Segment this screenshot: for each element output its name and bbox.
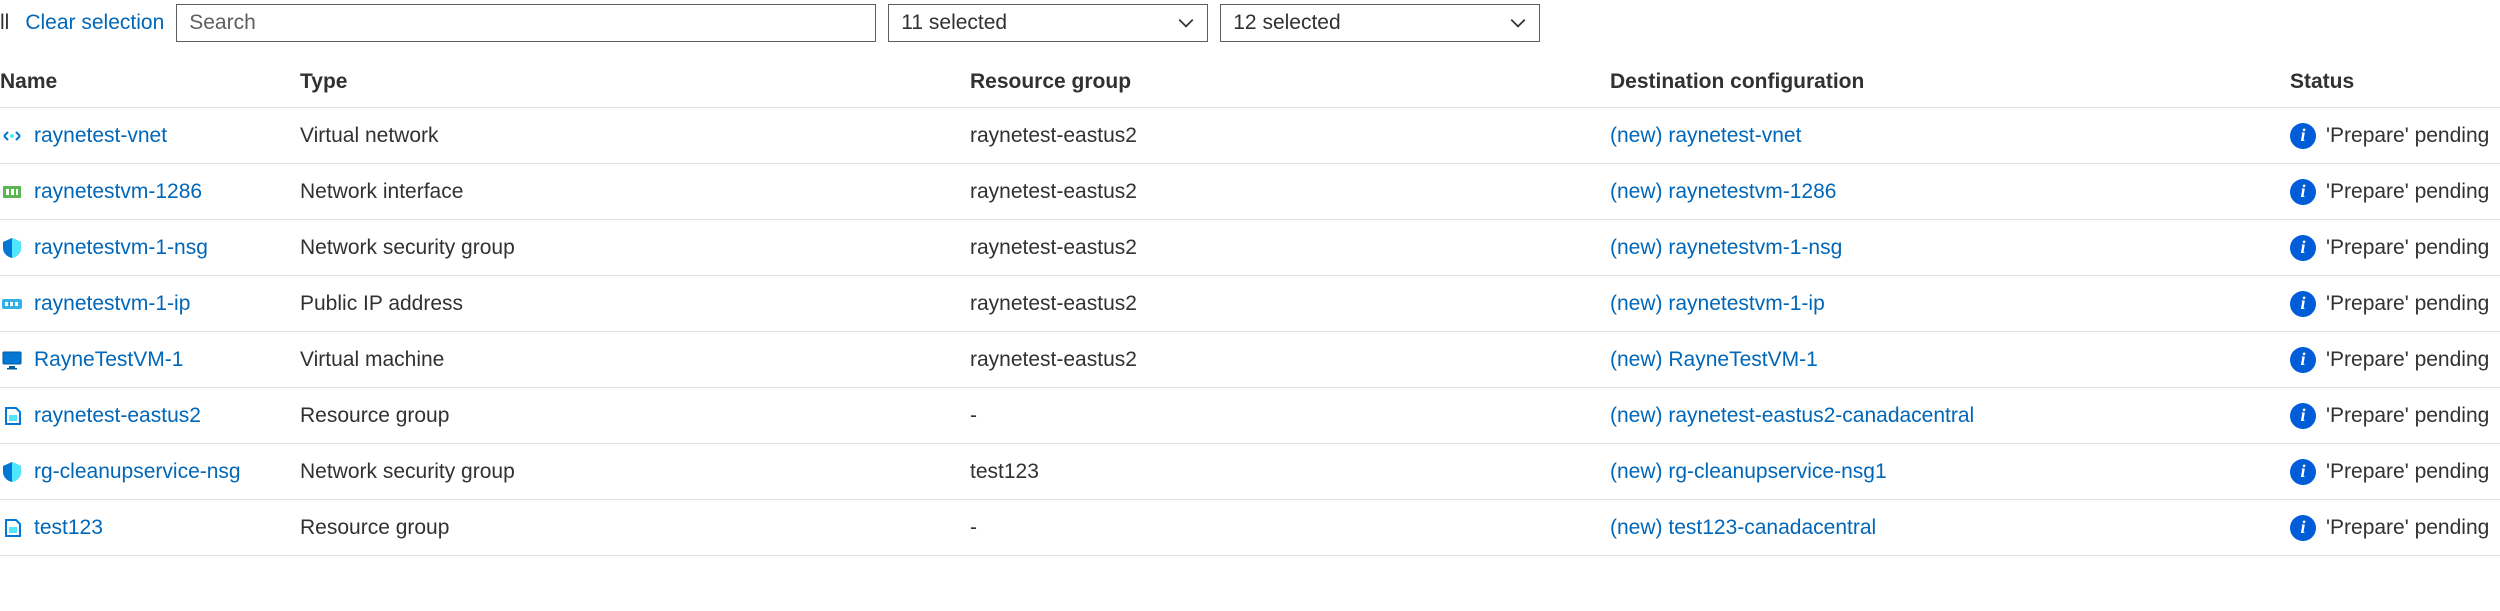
info-icon: i <box>2290 459 2316 485</box>
vnet-icon <box>0 124 24 148</box>
info-icon: i <box>2290 403 2316 429</box>
resource-name-link[interactable]: raynetest-eastus2 <box>34 404 201 428</box>
table-row[interactable]: RayneTestVM-1 Virtual machineraynetest-ea… <box>0 332 2500 388</box>
resource-type: Resource group <box>300 516 970 540</box>
resources-table: Name Type Resource group Destination con… <box>0 56 2500 556</box>
resource-type: Network security group <box>300 460 970 484</box>
table-row[interactable]: raynetest-eastus2 Resource group-(new) ra… <box>0 388 2500 444</box>
table-header-row: Name Type Resource group Destination con… <box>0 56 2500 108</box>
dest-new-prefix: (new) <box>1610 292 1663 315</box>
info-icon: i <box>2290 235 2316 261</box>
table-row[interactable]: raynetestvm-1-nsgNetwork security groupr… <box>0 220 2500 276</box>
pip-icon <box>0 292 24 316</box>
chevron-down-icon <box>1177 14 1195 32</box>
info-icon: i <box>2290 291 2316 317</box>
nsg-icon <box>0 236 24 260</box>
dest-new-prefix: (new) <box>1610 460 1663 483</box>
resource-group: - <box>970 404 1610 428</box>
table-row[interactable]: raynetestvm-1-ipPublic IP addressraynete… <box>0 276 2500 332</box>
resource-name-link[interactable]: raynetestvm-1-nsg <box>34 236 208 260</box>
resource-group: - <box>970 516 1610 540</box>
destination-link[interactable]: raynetestvm-1-nsg <box>1668 236 1842 259</box>
dest-new-prefix: (new) <box>1610 348 1663 371</box>
filter-dropdown-1[interactable]: 11 selected <box>888 4 1208 42</box>
dest-new-prefix: (new) <box>1610 124 1663 147</box>
table-row[interactable]: rg-cleanupservice-nsg Network security gr… <box>0 444 2500 500</box>
info-icon: i <box>2290 179 2316 205</box>
dest-new-prefix: (new) <box>1610 236 1663 259</box>
destination-link[interactable]: rg-cleanupservice-nsg1 <box>1668 460 1886 483</box>
column-header-name[interactable]: Name <box>0 70 300 94</box>
resource-name-link[interactable]: test123 <box>34 516 103 540</box>
status-text: 'Prepare' pending <box>2326 460 2489 484</box>
destination-link[interactable]: RayneTestVM-1 <box>1668 348 1817 371</box>
nsg-icon <box>0 460 24 484</box>
status-text: 'Prepare' pending <box>2326 180 2489 204</box>
column-header-status[interactable]: Status <box>2290 70 2500 94</box>
table-row[interactable]: raynetest-vnet Virtual networkraynetest-e… <box>0 108 2500 164</box>
resource-name-link[interactable]: rg-cleanupservice-nsg <box>34 460 241 484</box>
status-text: 'Prepare' pending <box>2326 124 2489 148</box>
status-text: 'Prepare' pending <box>2326 516 2489 540</box>
destination-link[interactable]: raynetestvm-1-ip <box>1668 292 1824 315</box>
resource-type: Resource group <box>300 404 970 428</box>
destination-link[interactable]: raynetestvm-1286 <box>1668 180 1836 203</box>
destination-link[interactable]: test123-canadacentral <box>1668 516 1876 539</box>
status-text: 'Prepare' pending <box>2326 348 2489 372</box>
column-header-rg[interactable]: Resource group <box>970 70 1610 94</box>
destination-link[interactable]: raynetest-vnet <box>1668 124 1801 147</box>
resource-group: raynetest-eastus2 <box>970 180 1610 204</box>
resource-group: raynetest-eastus2 <box>970 348 1610 372</box>
resource-type: Public IP address <box>300 292 970 316</box>
dest-new-prefix: (new) <box>1610 516 1663 539</box>
status-text: 'Prepare' pending <box>2326 292 2489 316</box>
resource-type: Network interface <box>300 180 970 204</box>
resource-group: test123 <box>970 460 1610 484</box>
resource-group: raynetest-eastus2 <box>970 124 1610 148</box>
nic-icon <box>0 180 24 204</box>
filter-dropdown-1-label: 11 selected <box>901 11 1007 35</box>
column-header-type[interactable]: Type <box>300 70 970 94</box>
resource-name-link[interactable]: RayneTestVM-1 <box>34 348 183 372</box>
info-icon: i <box>2290 123 2316 149</box>
resource-type: Network security group <box>300 236 970 260</box>
chevron-down-icon <box>1509 14 1527 32</box>
select-all-partial[interactable]: ll <box>0 11 13 35</box>
toolbar: ll Clear selection 11 selected 12 select… <box>0 0 2500 56</box>
status-text: 'Prepare' pending <box>2326 236 2489 260</box>
dest-new-prefix: (new) <box>1610 404 1663 427</box>
resource-group: raynetest-eastus2 <box>970 292 1610 316</box>
column-header-dest[interactable]: Destination configuration <box>1610 70 2290 94</box>
filter-dropdown-2[interactable]: 12 selected <box>1220 4 1540 42</box>
destination-link[interactable]: raynetest-eastus2-canadacentral <box>1668 404 1974 427</box>
rgroup-icon <box>0 404 24 428</box>
resource-type: Virtual network <box>300 124 970 148</box>
resource-name-link[interactable]: raynetestvm-1286 <box>34 180 202 204</box>
resource-name-link[interactable]: raynetestvm-1-ip <box>34 292 190 316</box>
rgroup-icon <box>0 516 24 540</box>
status-text: 'Prepare' pending <box>2326 404 2489 428</box>
resource-name-link[interactable]: raynetest-vnet <box>34 124 167 148</box>
table-row[interactable]: raynetestvm-1286Network interfaceraynete… <box>0 164 2500 220</box>
filter-dropdown-2-label: 12 selected <box>1233 11 1340 35</box>
info-icon: i <box>2290 347 2316 373</box>
resource-type: Virtual machine <box>300 348 970 372</box>
resource-group: raynetest-eastus2 <box>970 236 1610 260</box>
info-icon: i <box>2290 515 2316 541</box>
dest-new-prefix: (new) <box>1610 180 1663 203</box>
clear-selection-link[interactable]: Clear selection <box>25 11 164 35</box>
search-input[interactable] <box>176 4 876 42</box>
table-row[interactable]: test123 Resource group-(new) test123-cana… <box>0 500 2500 556</box>
vm-icon <box>0 348 24 372</box>
